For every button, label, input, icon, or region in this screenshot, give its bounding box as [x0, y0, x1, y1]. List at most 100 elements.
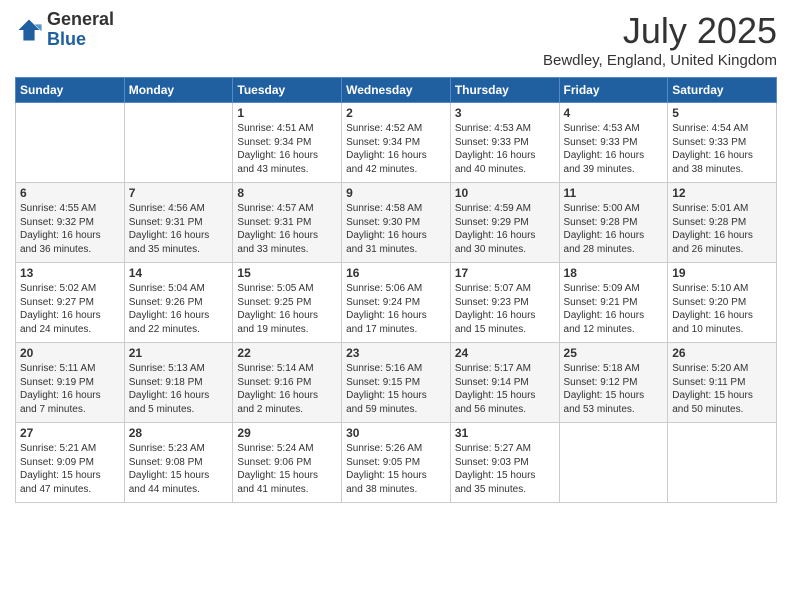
calendar-header: SundayMondayTuesdayWednesdayThursdayFrid…	[16, 78, 777, 103]
subtitle: Bewdley, England, United Kingdom	[543, 52, 777, 69]
calendar-cell: 26 Sunrise: 5:20 AMSunset: 9:11 PMDayligh…	[668, 343, 777, 423]
calendar-cell	[16, 103, 125, 183]
calendar-cell: 28Sunrise: 5:23 AMSunset: 9:08 PMDayligh…	[124, 423, 233, 503]
day-detail: Sunrise: 5:16 AMSunset: 9:15 PMDaylight:…	[346, 362, 446, 416]
calendar-cell	[124, 103, 233, 183]
calendar-cell: 9Sunrise: 4:58 AMSunset: 9:30 PMDaylight…	[342, 183, 451, 263]
day-number: 6	[20, 186, 120, 200]
day-detail: Sunrise: 5:20 AMSunset: 9:11 PMDaylight:…	[672, 362, 772, 416]
calendar-cell: 3Sunrise: 4:53 AMSunset: 9:33 PMDaylight…	[450, 103, 559, 183]
header-day-friday: Friday	[559, 78, 668, 103]
day-detail: Sunrise: 5:21 AMSunset: 9:09 PMDaylight:…	[20, 442, 120, 496]
calendar-cell: 29 Sunrise: 5:24 AMSunset: 9:06 PMDayligh…	[233, 423, 342, 503]
week-row-1: 6 Sunrise: 4:55 AMSunset: 9:32 PMDaylight…	[16, 183, 777, 263]
calendar-cell: 25 Sunrise: 5:18 AMSunset: 9:12 PMDayligh…	[559, 343, 668, 423]
calendar-cell: 7Sunrise: 4:56 AMSunset: 9:31 PMDaylight…	[124, 183, 233, 263]
day-detail: Sunrise: 5:18 AMSunset: 9:12 PMDaylight:…	[564, 362, 664, 416]
calendar-cell: 22 Sunrise: 5:14 AMSunset: 9:16 PMDayligh…	[233, 343, 342, 423]
week-row-0: 1Sunrise: 4:51 AMSunset: 9:34 PMDaylight…	[16, 103, 777, 183]
day-detail: Sunrise: 5:07 AMSunset: 9:23 PMDaylight:…	[455, 282, 555, 336]
header-row: SundayMondayTuesdayWednesdayThursdayFrid…	[16, 78, 777, 103]
day-detail: Sunrise: 5:26 AMSunset: 9:05 PMDaylight:…	[346, 442, 446, 496]
calendar-cell: 11 Sunrise: 5:00 AMSunset: 9:28 PMDayligh…	[559, 183, 668, 263]
day-detail: Sunrise: 5:01 AMSunset: 9:28 PMDaylight:…	[672, 202, 772, 256]
day-detail: Sunrise: 5:14 AMSunset: 9:16 PMDaylight:…	[237, 362, 337, 416]
calendar-cell: 24 Sunrise: 5:17 AMSunset: 9:14 PMDayligh…	[450, 343, 559, 423]
day-detail: Sunrise: 4:52 AMSunset: 9:34 PMDaylight:…	[346, 122, 446, 176]
calendar-cell: 20Sunrise: 5:11 AMSunset: 9:19 PMDayligh…	[16, 343, 125, 423]
day-number: 22	[237, 346, 337, 360]
day-detail: Sunrise: 5:17 AMSunset: 9:14 PMDaylight:…	[455, 362, 555, 416]
day-detail: Sunrise: 4:59 AMSunset: 9:29 PMDaylight:…	[455, 202, 555, 256]
header: General Blue July 2025 Bewdley, England,…	[15, 10, 777, 69]
day-detail: Sunrise: 5:05 AMSunset: 9:25 PMDaylight:…	[237, 282, 337, 336]
calendar-cell: 8 Sunrise: 4:57 AMSunset: 9:31 PMDaylight…	[233, 183, 342, 263]
day-detail: Sunrise: 4:53 AMSunset: 9:33 PMDaylight:…	[564, 122, 664, 176]
header-day-tuesday: Tuesday	[233, 78, 342, 103]
logo-icon	[15, 16, 43, 44]
calendar-cell	[559, 423, 668, 503]
main-title: July 2025	[543, 10, 777, 52]
calendar-cell: 30 Sunrise: 5:26 AMSunset: 9:05 PMDayligh…	[342, 423, 451, 503]
calendar-cell: 27 Sunrise: 5:21 AMSunset: 9:09 PMDayligh…	[16, 423, 125, 503]
day-detail: Sunrise: 5:11 AMSunset: 9:19 PMDaylight:…	[20, 362, 120, 416]
calendar: SundayMondayTuesdayWednesdayThursdayFrid…	[15, 77, 777, 503]
day-number: 10	[455, 186, 555, 200]
calendar-cell: 21 Sunrise: 5:13 AMSunset: 9:18 PMDayligh…	[124, 343, 233, 423]
day-detail: Sunrise: 4:54 AMSunset: 9:33 PMDaylight:…	[672, 122, 772, 176]
day-number: 14	[129, 266, 229, 280]
day-number: 11	[564, 186, 664, 200]
day-detail: Sunrise: 4:56 AMSunset: 9:31 PMDaylight:…	[129, 202, 229, 256]
header-day-sunday: Sunday	[16, 78, 125, 103]
day-number: 27	[20, 426, 120, 440]
calendar-cell: 5Sunrise: 4:54 AMSunset: 9:33 PMDaylight…	[668, 103, 777, 183]
calendar-cell: 18 Sunrise: 5:09 AMSunset: 9:21 PMDayligh…	[559, 263, 668, 343]
calendar-cell: 10 Sunrise: 4:59 AMSunset: 9:29 PMDayligh…	[450, 183, 559, 263]
calendar-body: 1Sunrise: 4:51 AMSunset: 9:34 PMDaylight…	[16, 103, 777, 503]
header-day-wednesday: Wednesday	[342, 78, 451, 103]
day-detail: Sunrise: 5:27 AMSunset: 9:03 PMDaylight:…	[455, 442, 555, 496]
logo: General Blue	[15, 10, 114, 50]
day-number: 31	[455, 426, 555, 440]
day-number: 8	[237, 186, 337, 200]
calendar-cell: 14 Sunrise: 5:04 AMSunset: 9:26 PMDayligh…	[124, 263, 233, 343]
day-detail: Sunrise: 5:02 AMSunset: 9:27 PMDaylight:…	[20, 282, 120, 336]
logo-general-text: General	[47, 9, 114, 29]
day-detail: Sunrise: 5:24 AMSunset: 9:06 PMDaylight:…	[237, 442, 337, 496]
day-number: 24	[455, 346, 555, 360]
day-detail: Sunrise: 4:55 AMSunset: 9:32 PMDaylight:…	[20, 202, 120, 256]
calendar-cell: 16 Sunrise: 5:06 AMSunset: 9:24 PMDayligh…	[342, 263, 451, 343]
day-detail: Sunrise: 5:09 AMSunset: 9:21 PMDaylight:…	[564, 282, 664, 336]
calendar-cell: 23Sunrise: 5:16 AMSunset: 9:15 PMDayligh…	[342, 343, 451, 423]
day-number: 3	[455, 106, 555, 120]
day-number: 16	[346, 266, 446, 280]
day-detail: Sunrise: 5:06 AMSunset: 9:24 PMDaylight:…	[346, 282, 446, 336]
page: General Blue July 2025 Bewdley, England,…	[0, 0, 792, 612]
day-number: 30	[346, 426, 446, 440]
day-number: 21	[129, 346, 229, 360]
day-number: 15	[237, 266, 337, 280]
day-number: 12	[672, 186, 772, 200]
calendar-cell: 31 Sunrise: 5:27 AMSunset: 9:03 PMDayligh…	[450, 423, 559, 503]
day-number: 18	[564, 266, 664, 280]
calendar-cell: 2Sunrise: 4:52 AMSunset: 9:34 PMDaylight…	[342, 103, 451, 183]
day-number: 4	[564, 106, 664, 120]
day-detail: Sunrise: 5:13 AMSunset: 9:18 PMDaylight:…	[129, 362, 229, 416]
day-number: 29	[237, 426, 337, 440]
calendar-cell: 15 Sunrise: 5:05 AMSunset: 9:25 PMDayligh…	[233, 263, 342, 343]
calendar-cell: 4 Sunrise: 4:53 AMSunset: 9:33 PMDaylight…	[559, 103, 668, 183]
day-number: 9	[346, 186, 446, 200]
calendar-cell: 13Sunrise: 5:02 AMSunset: 9:27 PMDayligh…	[16, 263, 125, 343]
calendar-cell: 1Sunrise: 4:51 AMSunset: 9:34 PMDaylight…	[233, 103, 342, 183]
day-detail: Sunrise: 5:10 AMSunset: 9:20 PMDaylight:…	[672, 282, 772, 336]
day-number: 17	[455, 266, 555, 280]
day-detail: Sunrise: 4:51 AMSunset: 9:34 PMDaylight:…	[237, 122, 337, 176]
day-detail: Sunrise: 4:57 AMSunset: 9:31 PMDaylight:…	[237, 202, 337, 256]
day-detail: Sunrise: 5:04 AMSunset: 9:26 PMDaylight:…	[129, 282, 229, 336]
day-number: 19	[672, 266, 772, 280]
day-number: 26	[672, 346, 772, 360]
header-day-saturday: Saturday	[668, 78, 777, 103]
day-number: 25	[564, 346, 664, 360]
day-detail: Sunrise: 5:00 AMSunset: 9:28 PMDaylight:…	[564, 202, 664, 256]
calendar-cell: 19 Sunrise: 5:10 AMSunset: 9:20 PMDayligh…	[668, 263, 777, 343]
